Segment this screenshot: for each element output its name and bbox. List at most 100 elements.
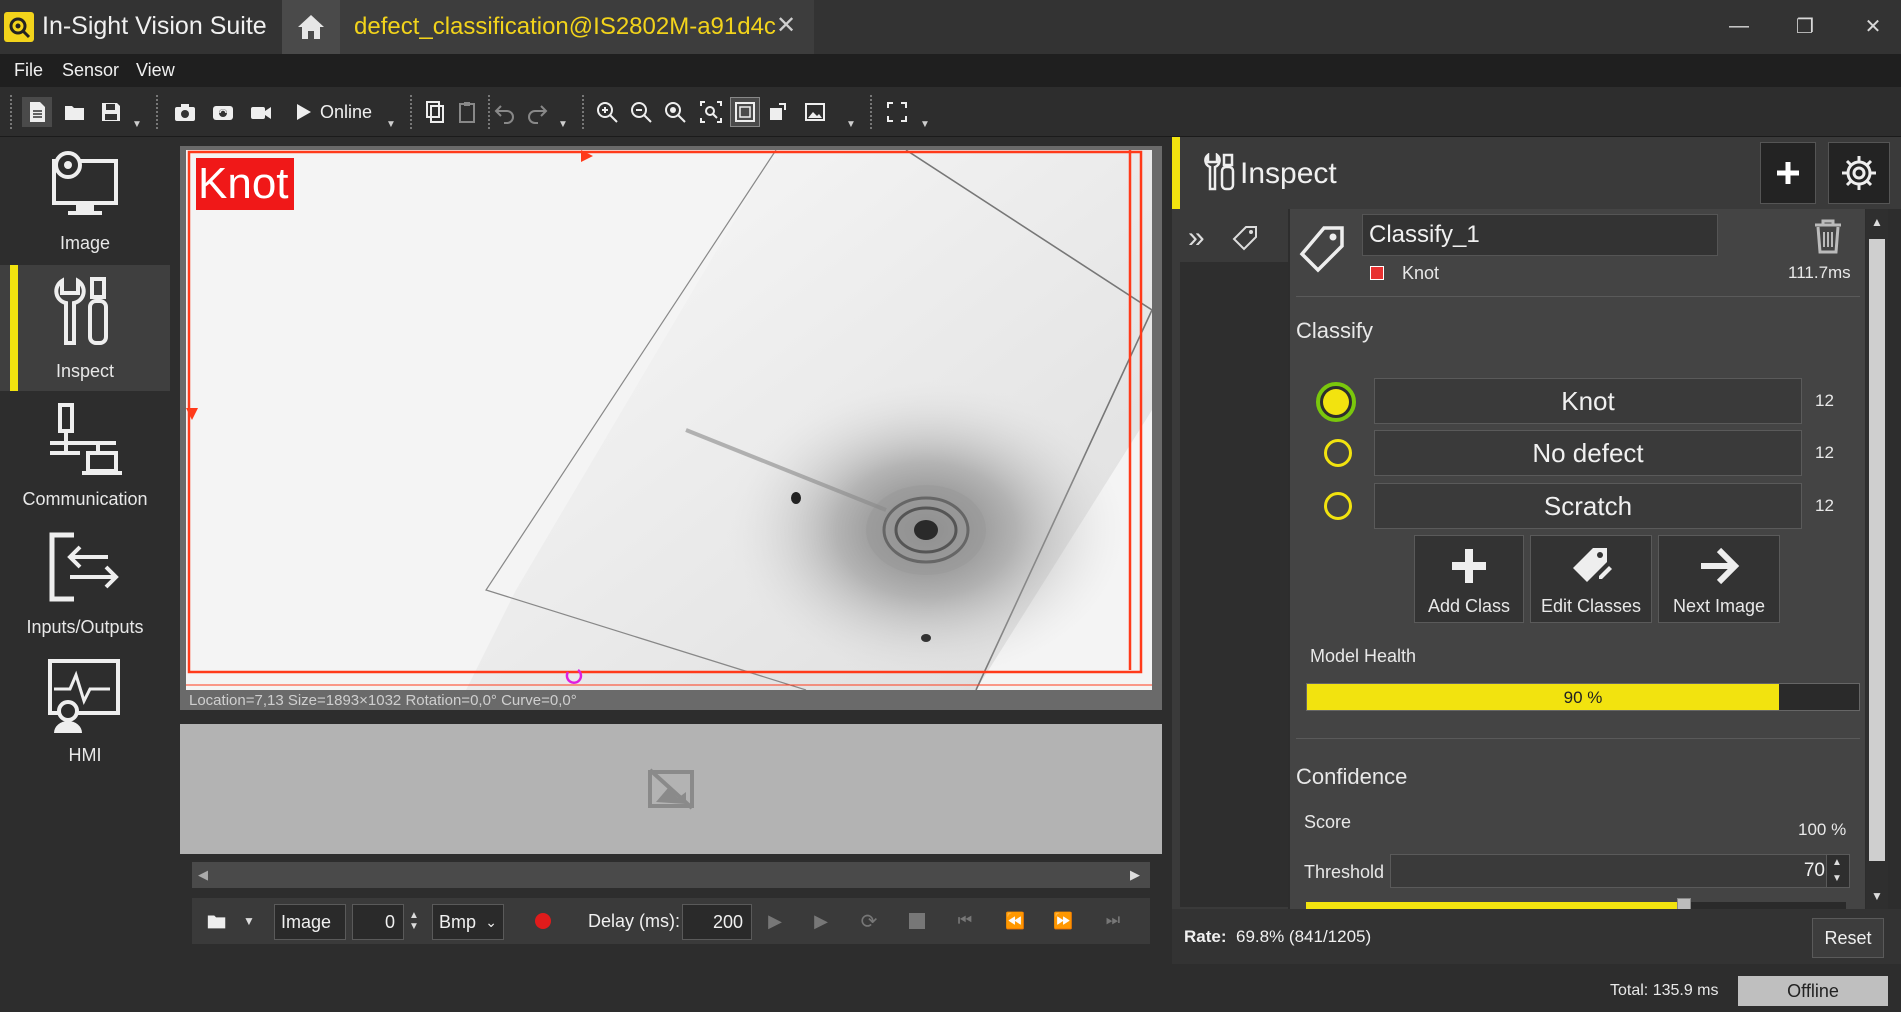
next-image-button[interactable]: Next Image: [1658, 535, 1780, 623]
new-file-icon[interactable]: [22, 97, 52, 127]
copy-icon[interactable]: [420, 97, 450, 127]
connection-status[interactable]: Offline: [1738, 976, 1888, 1006]
properties-scrollbar[interactable]: ▲ ▼: [1866, 209, 1888, 909]
online-toggle-label[interactable]: Online: [320, 102, 372, 123]
scroll-up-icon[interactable]: ▲: [1871, 215, 1883, 229]
chevron-down-icon: ⌄: [485, 914, 497, 930]
zoom-selection-icon[interactable]: [696, 97, 726, 127]
nav-item-io[interactable]: Inputs/Outputs: [0, 521, 170, 647]
add-tool-button[interactable]: [1760, 142, 1816, 204]
trash-icon[interactable]: [1812, 218, 1844, 254]
title-bar: In-Sight Vision Suite defect_classificat…: [0, 0, 1901, 54]
fullscreen-icon[interactable]: [882, 97, 912, 127]
threshold-label: Threshold: [1304, 862, 1385, 882]
inspect-title: Inspect: [1240, 157, 1337, 190]
format-value: Bmp: [439, 912, 477, 932]
restore-button[interactable]: ❐: [1780, 8, 1830, 44]
left-nav: Image Inspect Communication Inputs/Outpu…: [0, 137, 170, 967]
network-icon: [50, 403, 122, 475]
trigger-camera-icon[interactable]: [170, 97, 200, 127]
expand-chevrons-icon[interactable]: »: [1188, 221, 1205, 255]
home-tab[interactable]: [282, 0, 340, 54]
index-stepper[interactable]: ▲ ▼: [404, 904, 424, 938]
filmstrip-scrollbar[interactable]: ◀ ▶: [192, 862, 1150, 888]
add-class-button[interactable]: Add Class: [1414, 535, 1524, 623]
acquired-image[interactable]: [186, 150, 1152, 690]
toolbar-separator: [870, 95, 874, 129]
nav-item-hmi[interactable]: HMI: [0, 649, 170, 775]
image-icon[interactable]: [800, 97, 830, 127]
total-time: Total: 135.9 ms: [1610, 982, 1719, 999]
class-radio-knot[interactable]: [1316, 382, 1356, 422]
nav-item-inspect[interactable]: Inspect: [0, 265, 170, 391]
inspect-accent: [1172, 137, 1180, 209]
last-icon[interactable]: ⏭: [1096, 904, 1130, 938]
first-icon[interactable]: ⏮: [948, 904, 982, 938]
step-play-icon[interactable]: ▶: [758, 904, 792, 938]
image-index-field[interactable]: 0: [352, 904, 404, 940]
forward-icon[interactable]: ⏩: [1046, 904, 1080, 938]
close-window-button[interactable]: ✕: [1848, 8, 1898, 44]
nav-item-image[interactable]: Image: [0, 137, 170, 263]
zoom-fill-icon[interactable]: [730, 97, 760, 127]
class-button-no-defect[interactable]: No defect: [1374, 430, 1802, 476]
class-button-scratch[interactable]: Scratch: [1374, 483, 1802, 529]
tools-icon: [54, 277, 108, 345]
record-icon[interactable]: [526, 904, 560, 938]
view-dropdown-icon[interactable]: ▼: [846, 119, 856, 130]
open-folder-icon[interactable]: [200, 904, 234, 938]
roi-region[interactable]: [186, 150, 1152, 690]
menu-view[interactable]: View: [136, 60, 175, 81]
undo-icon[interactable]: [490, 97, 520, 127]
delay-field[interactable]: 200: [682, 904, 752, 940]
zoom-out-icon[interactable]: [626, 97, 656, 127]
nav-item-communication[interactable]: Communication: [0, 393, 170, 519]
online-dropdown-icon[interactable]: ▼: [386, 119, 396, 130]
minimize-button[interactable]: —: [1714, 8, 1764, 44]
scroll-right-icon[interactable]: ▶: [1130, 867, 1140, 883]
class-count-scratch: 12: [1815, 496, 1834, 515]
source-dropdown-icon[interactable]: ▼: [232, 904, 266, 938]
reset-button[interactable]: Reset: [1812, 918, 1884, 958]
scroll-down-icon[interactable]: ▼: [1871, 889, 1883, 903]
score-value: 100 %: [1798, 820, 1847, 839]
play-icon[interactable]: [288, 97, 318, 127]
play-icon[interactable]: ▶: [804, 904, 838, 938]
zoom-in-icon[interactable]: [592, 97, 622, 127]
tool-list: [1180, 262, 1288, 907]
redo-icon[interactable]: [522, 97, 552, 127]
stop-icon[interactable]: [900, 904, 934, 938]
format-select[interactable]: Bmp ⌄: [432, 904, 504, 940]
rewind-icon[interactable]: ⏪: [998, 904, 1032, 938]
threshold-stepper[interactable]: ▲ ▼: [1826, 854, 1850, 888]
save-icon[interactable]: [96, 97, 126, 127]
class-button-knot[interactable]: Knot: [1374, 378, 1802, 424]
inspect-settings-button[interactable]: [1828, 142, 1890, 204]
class-radio-no-defect[interactable]: [1324, 439, 1352, 467]
redo-dropdown-icon[interactable]: ▼: [558, 119, 568, 130]
tool-name-field[interactable]: Classify_1: [1362, 214, 1718, 256]
live-video-icon[interactable]: [208, 97, 238, 127]
menu-file[interactable]: File: [14, 60, 43, 81]
edit-classes-button[interactable]: Edit Classes: [1530, 535, 1652, 623]
nav-label-inspect: Inspect: [55, 361, 115, 381]
save-dropdown-icon[interactable]: ▼: [132, 119, 142, 130]
loop-icon[interactable]: ⟳: [852, 904, 886, 938]
scroll-left-icon[interactable]: ◀: [198, 867, 208, 883]
paste-icon[interactable]: [452, 97, 482, 127]
rotate-image-icon[interactable]: [764, 97, 794, 127]
class-radio-scratch[interactable]: [1324, 492, 1352, 520]
close-tab-icon[interactable]: ✕: [776, 11, 796, 40]
source-field[interactable]: Image: [274, 904, 346, 940]
zoom-fit-icon[interactable]: [660, 97, 690, 127]
open-folder-icon[interactable]: [60, 97, 90, 127]
result-color-swatch: [1370, 266, 1384, 280]
fullscreen-dropdown-icon[interactable]: ▼: [920, 119, 930, 130]
scroll-thumb[interactable]: [1869, 239, 1885, 861]
threshold-field[interactable]: 70: [1390, 854, 1836, 888]
document-tab[interactable]: defect_classification@IS2802M-a91d4c ✕: [340, 0, 814, 54]
menu-sensor[interactable]: Sensor: [62, 60, 119, 81]
next-image-label: Next Image: [1672, 596, 1766, 616]
record-icon[interactable]: [246, 97, 276, 127]
tag-icon[interactable]: [1232, 225, 1258, 251]
